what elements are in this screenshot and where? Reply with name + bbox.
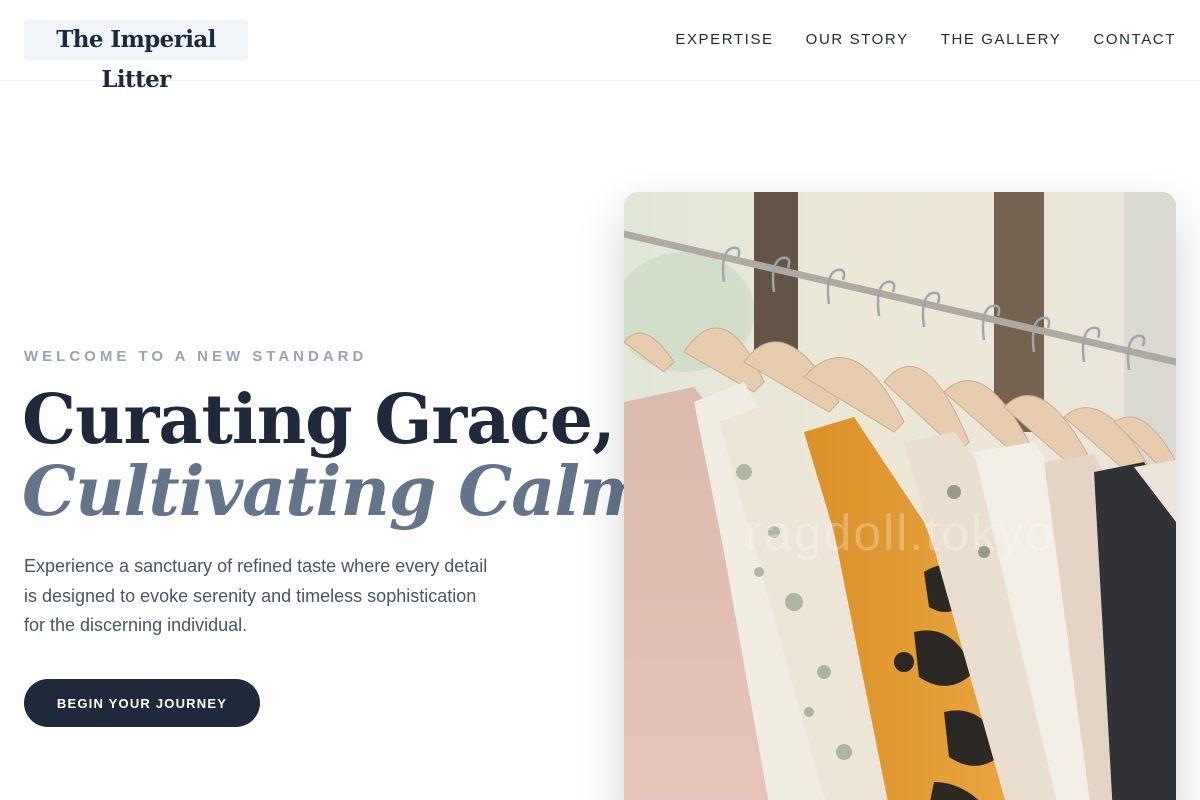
hero-description: Experience a sanctuary of refined taste … bbox=[24, 556, 488, 636]
site-header: The Imperial Litter EXPERTISE OUR STORY … bbox=[0, 0, 1200, 93]
hero-headline: Curating Grace, Cultivating Calm. bbox=[22, 380, 674, 532]
clothing-rack-photo: ragdoll.tokyo bbox=[624, 192, 1176, 800]
nav-link-expertise[interactable]: EXPERTISE bbox=[675, 30, 773, 50]
hero-eyebrow: WELCOME TO A NEW STANDARD bbox=[24, 348, 368, 365]
nav-link-our-story[interactable]: OUR STORY bbox=[806, 30, 909, 50]
headline-line-2: Cultivating Calm. bbox=[22, 452, 674, 532]
nav-link-contact[interactable]: CONTACT bbox=[1093, 30, 1176, 50]
headline-line-1: Curating Grace, bbox=[22, 380, 616, 460]
image-watermark: ragdoll.tokyo bbox=[745, 505, 1055, 561]
clothing-rack-illustration bbox=[624, 192, 1176, 800]
begin-journey-button[interactable]: BEGIN YOUR JOURNEY bbox=[24, 679, 260, 727]
site-logo[interactable]: The Imperial Litter bbox=[24, 20, 248, 93]
main-nav: EXPERTISE OUR STORY THE GALLERY CONTACT bbox=[675, 30, 1176, 50]
nav-link-gallery[interactable]: THE GALLERY bbox=[941, 30, 1062, 50]
